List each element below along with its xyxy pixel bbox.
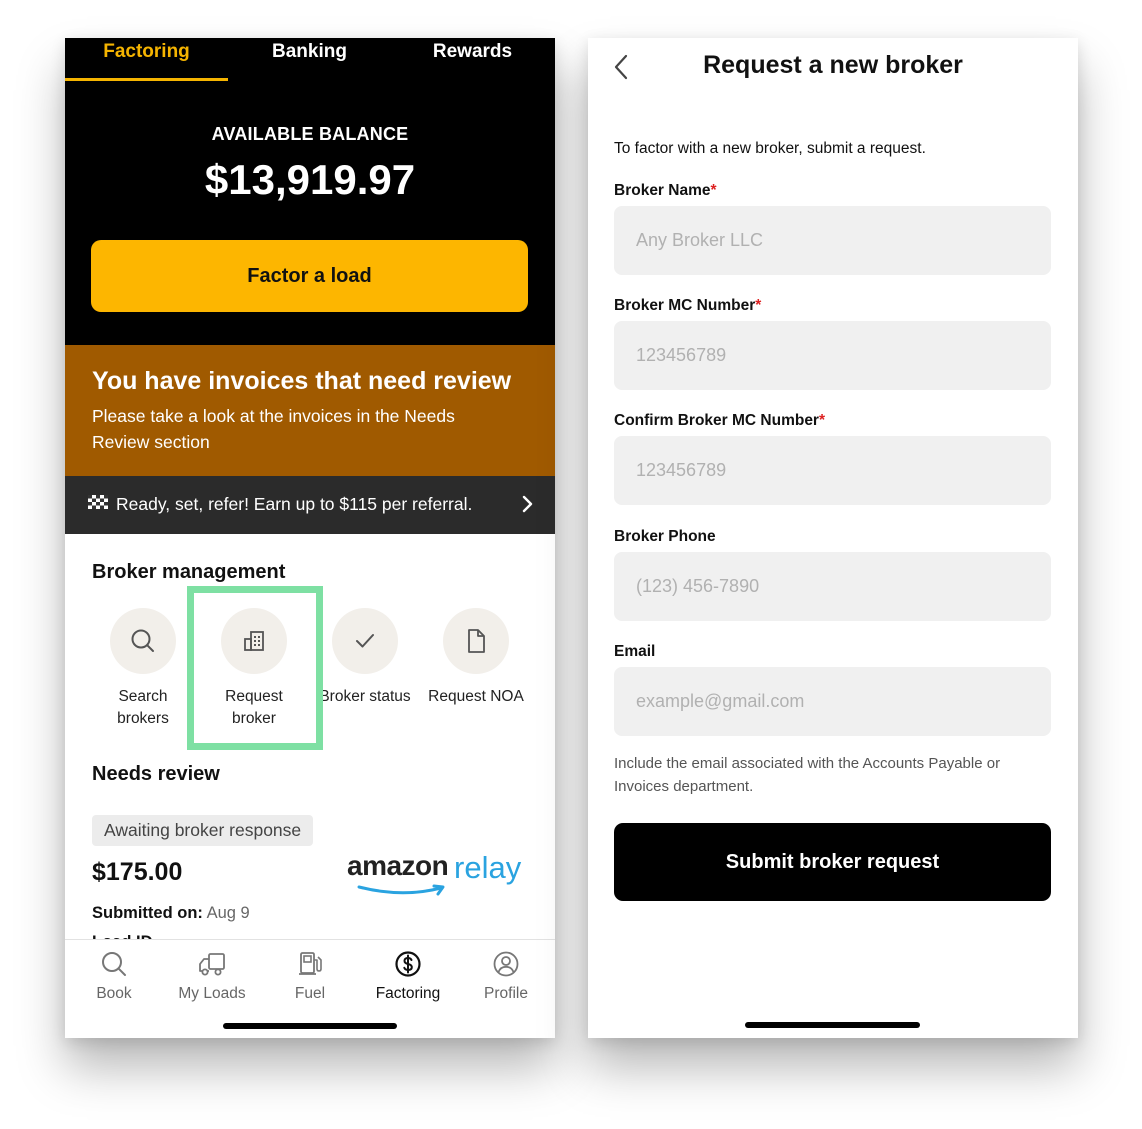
broker-status-circle <box>332 608 398 674</box>
referral-banner[interactable]: Ready, set, refer! Earn up to $115 per r… <box>65 476 555 534</box>
nav-profile[interactable]: Profile <box>457 950 555 1003</box>
submitted-value: Aug 9 <box>206 904 250 922</box>
search-brokers-label: Search brokers <box>117 688 169 727</box>
nav-my-loads[interactable]: My Loads <box>163 950 261 1003</box>
balance-header: Factoring Banking Rewards AVAILABLE BALA… <box>65 38 555 345</box>
broker-management-heading: Broker management <box>92 561 286 583</box>
balance-label: AVAILABLE BALANCE <box>211 124 409 144</box>
broker-phone-label-text: Broker Phone <box>614 528 716 545</box>
factor-load-button[interactable]: Factor a load <box>91 240 528 312</box>
request-noa-label: Request NOA <box>428 688 524 705</box>
logo-product-text: relay <box>454 850 522 885</box>
needs-review-heading: Needs review <box>92 763 220 785</box>
bottom-nav: Book My Loads Fuel Factoring Profile <box>65 939 555 1038</box>
invoice-amount: $175.00 <box>92 858 183 886</box>
check-icon <box>356 634 374 648</box>
email-input[interactable] <box>614 667 1051 736</box>
page-title: Request a new broker <box>703 51 963 79</box>
intro-text: To factor with a new broker, submit a re… <box>614 140 926 157</box>
tab-banking[interactable]: Banking <box>228 38 391 78</box>
fuel-pump-icon <box>299 952 322 975</box>
alert-title: You have invoices that need review <box>92 367 512 395</box>
broker-mc-label-text: Broker MC Number <box>614 297 756 314</box>
broker-phone-label: Broker Phone <box>614 528 716 546</box>
search-icon <box>131 629 154 652</box>
search-brokers-circle <box>110 608 176 674</box>
tab-factoring[interactable]: Factoring <box>65 38 228 78</box>
home-indicator <box>223 1023 397 1029</box>
email-label: Email <box>614 643 655 661</box>
broker-phone-input[interactable] <box>614 552 1051 621</box>
highlight-box <box>187 586 323 750</box>
document-icon <box>468 629 485 653</box>
dollar-circle-icon <box>395 951 421 977</box>
submit-broker-request-button[interactable]: Submit broker request <box>614 823 1051 901</box>
invoice-review-alert[interactable]: You have invoices that need review Pleas… <box>65 345 555 476</box>
request-noa-circle <box>443 608 509 674</box>
nav-fuel[interactable]: Fuel <box>261 950 359 1003</box>
confirm-mc-label: Confirm Broker MC Number* <box>614 412 825 430</box>
nav-fuel-label: Fuel <box>294 985 326 1002</box>
chevron-right-icon <box>522 495 533 513</box>
status-badge: Awaiting broker response <box>92 815 314 846</box>
nav-my-loads-label: My Loads <box>178 985 246 1002</box>
broker-status-button[interactable]: Broker status <box>315 608 415 708</box>
nav-factoring-label: Factoring <box>375 985 441 1002</box>
required-marker: * <box>755 297 762 314</box>
nav-profile-label: Profile <box>484 985 528 1002</box>
email-help-text: Include the email associated with the Ac… <box>614 755 1001 795</box>
smile-arrow-icon <box>357 884 445 896</box>
email-label-text: Email <box>614 643 656 660</box>
broker-name-label: Broker Name* <box>614 182 717 200</box>
broker-status-label: Broker status <box>319 688 411 705</box>
nav-book[interactable]: Book <box>65 950 163 1003</box>
referral-text: Ready, set, refer! Earn up to $115 per r… <box>116 494 473 514</box>
request-broker-screen: Request a new broker To factor with a ne… <box>588 38 1078 1038</box>
submitted-date: Submitted on: Aug 9 <box>92 904 250 923</box>
required-marker: * <box>710 182 717 199</box>
truck-icon <box>199 953 225 976</box>
checkered-flag-icon <box>88 495 108 509</box>
nav-book-label: Book <box>96 985 132 1002</box>
required-marker: * <box>818 412 826 429</box>
request-noa-button[interactable]: Request NOA <box>426 608 526 708</box>
broker-mc-label: Broker MC Number* <box>614 297 761 315</box>
broker-name-input[interactable] <box>614 206 1051 275</box>
profile-icon <box>493 951 519 977</box>
active-tab-indicator <box>65 78 228 81</box>
alert-body: Please take a look at the invoices in th… <box>92 406 455 452</box>
confirm-mc-label-text: Confirm Broker MC Number <box>614 412 819 429</box>
balance-amount: $13,919.97 <box>204 156 416 203</box>
amazon-relay-logo: amazon relay <box>347 850 527 900</box>
logo-brand-text: amazon <box>347 850 449 881</box>
submitted-label: Submitted on: <box>92 904 203 922</box>
home-indicator <box>745 1022 920 1028</box>
search-icon <box>102 952 126 976</box>
search-brokers-button[interactable]: Search brokers <box>93 608 193 730</box>
confirm-mc-input[interactable] <box>614 436 1051 505</box>
nav-factoring[interactable]: Factoring <box>359 950 457 1003</box>
broker-mc-input[interactable] <box>614 321 1051 390</box>
factoring-screen: Factoring Banking Rewards AVAILABLE BALA… <box>65 38 555 1038</box>
broker-name-label-text: Broker Name <box>614 182 711 199</box>
tab-rewards[interactable]: Rewards <box>391 38 554 78</box>
